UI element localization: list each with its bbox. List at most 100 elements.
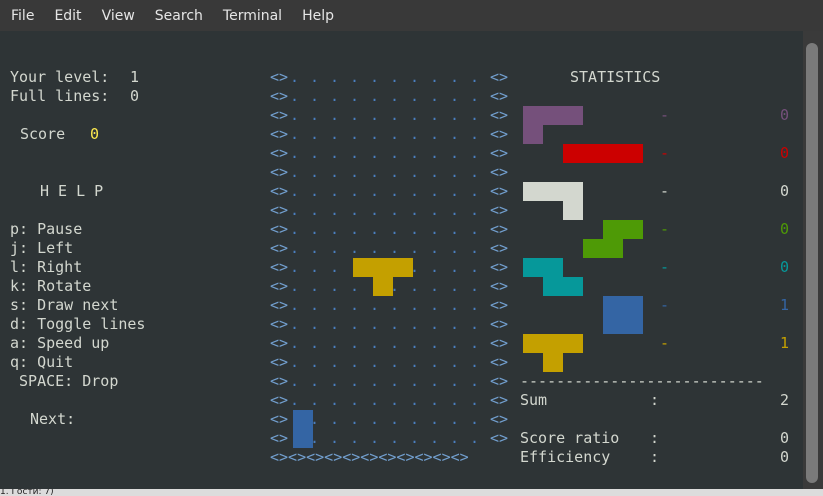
- board-cell: .: [450, 372, 460, 390]
- board-cell: .: [390, 201, 400, 219]
- board-cell: .: [410, 429, 420, 447]
- board-cell: .: [450, 239, 460, 257]
- stats-piece-block: [623, 144, 643, 163]
- board-cell: .: [450, 429, 460, 447]
- board-wall-left: <>: [270, 163, 289, 181]
- board-cell: .: [310, 334, 320, 352]
- level-value: 1: [130, 68, 140, 86]
- board-wall-left: <>: [270, 391, 289, 409]
- board-cell: .: [330, 163, 340, 181]
- board-cell: .: [470, 353, 480, 371]
- board-cell: .: [310, 258, 320, 276]
- board-cell: .: [350, 429, 360, 447]
- board-cell: .: [410, 125, 420, 143]
- board-cell: .: [370, 163, 380, 181]
- menu-help[interactable]: Help: [302, 8, 334, 24]
- stats-piece-block: [523, 258, 543, 277]
- stats-count: 0: [780, 144, 790, 162]
- board-cell: .: [430, 258, 440, 276]
- menu-terminal[interactable]: Terminal: [223, 8, 282, 24]
- score-ratio-label: Score ratio: [520, 429, 620, 447]
- board-cell: .: [290, 334, 300, 352]
- board-cell: .: [410, 277, 420, 295]
- board-cell: .: [310, 239, 320, 257]
- board-wall-right: <>: [490, 315, 509, 333]
- lines-label: Full lines:: [10, 87, 110, 105]
- board-cell: .: [330, 315, 340, 333]
- board-cell: .: [370, 239, 380, 257]
- board-cell: .: [390, 391, 400, 409]
- board-cell: .: [450, 258, 460, 276]
- terminal-area[interactable]: Your level: 1 Full lines: 0 Score 0 H E L P p: …: [3, 31, 803, 489]
- board-cell: .: [290, 163, 300, 181]
- board-cell: .: [330, 68, 340, 86]
- scrollbar-thumb[interactable]: [806, 43, 818, 483]
- board-cell: .: [330, 372, 340, 390]
- score-ratio-value: 0: [780, 429, 790, 447]
- board-wall-right: <>: [490, 182, 509, 200]
- board-wall-right: <>: [490, 87, 509, 105]
- tetromino-block: [293, 410, 313, 429]
- board-cell: .: [450, 125, 460, 143]
- board-cell: .: [430, 182, 440, 200]
- colon: :: [650, 429, 660, 447]
- board-cell: .: [310, 125, 320, 143]
- board-cell: .: [370, 315, 380, 333]
- board-cell: .: [310, 315, 320, 333]
- stats-piece-block: [543, 106, 563, 125]
- scrollbar[interactable]: [803, 31, 823, 489]
- board-cell: .: [470, 239, 480, 257]
- tetromino-block: [373, 258, 393, 277]
- board-cell: .: [470, 277, 480, 295]
- board-cell: .: [290, 182, 300, 200]
- stats-title: STATISTICS: [570, 68, 661, 86]
- sum-value: 2: [780, 391, 790, 409]
- board-cell: .: [430, 144, 440, 162]
- menu-search[interactable]: Search: [155, 8, 203, 24]
- board-cell: .: [350, 315, 360, 333]
- board-cell: .: [330, 125, 340, 143]
- board-cell: .: [370, 372, 380, 390]
- board-cell: .: [290, 220, 300, 238]
- board-cell: .: [350, 125, 360, 143]
- help-item: j: Left: [10, 239, 74, 257]
- board-cell: .: [410, 391, 420, 409]
- board-cell: .: [430, 220, 440, 238]
- stats-count: 0: [780, 106, 790, 124]
- menu-view[interactable]: View: [102, 8, 135, 24]
- sum-label: Sum: [520, 391, 548, 409]
- board-wall-right: <>: [490, 372, 509, 390]
- board-cell: .: [470, 334, 480, 352]
- menu-file[interactable]: File: [11, 8, 34, 24]
- board-cell: .: [370, 144, 380, 162]
- board-wall-right: <>: [490, 239, 509, 257]
- board-cell: .: [430, 353, 440, 371]
- help-item: p: Pause: [10, 220, 83, 238]
- board-cell: .: [330, 334, 340, 352]
- board-cell: .: [330, 296, 340, 314]
- board-wall-right: <>: [490, 163, 509, 181]
- menu-edit[interactable]: Edit: [54, 8, 81, 24]
- board-cell: .: [390, 410, 400, 428]
- board-cell: .: [330, 391, 340, 409]
- board-cell: .: [370, 296, 380, 314]
- help-item: a: Speed up: [10, 334, 110, 352]
- board-cell: .: [470, 296, 480, 314]
- board-cell: .: [370, 391, 380, 409]
- help-item: k: Rotate: [10, 277, 92, 295]
- board-cell: .: [290, 258, 300, 276]
- board-cell: .: [370, 68, 380, 86]
- stats-piece-block: [543, 277, 563, 296]
- board-cell: .: [350, 201, 360, 219]
- board-cell: .: [470, 410, 480, 428]
- stats-dash: -: [660, 182, 670, 200]
- board-wall-right: <>: [490, 334, 509, 352]
- board-cell: .: [310, 277, 320, 295]
- help-item: l: Right: [10, 258, 83, 276]
- board-wall-left: <>: [270, 220, 289, 238]
- board-cell: .: [410, 182, 420, 200]
- board-cell: .: [470, 125, 480, 143]
- board-cell: .: [350, 163, 360, 181]
- board-wall-left: <>: [270, 182, 289, 200]
- tetromino-block: [353, 258, 373, 277]
